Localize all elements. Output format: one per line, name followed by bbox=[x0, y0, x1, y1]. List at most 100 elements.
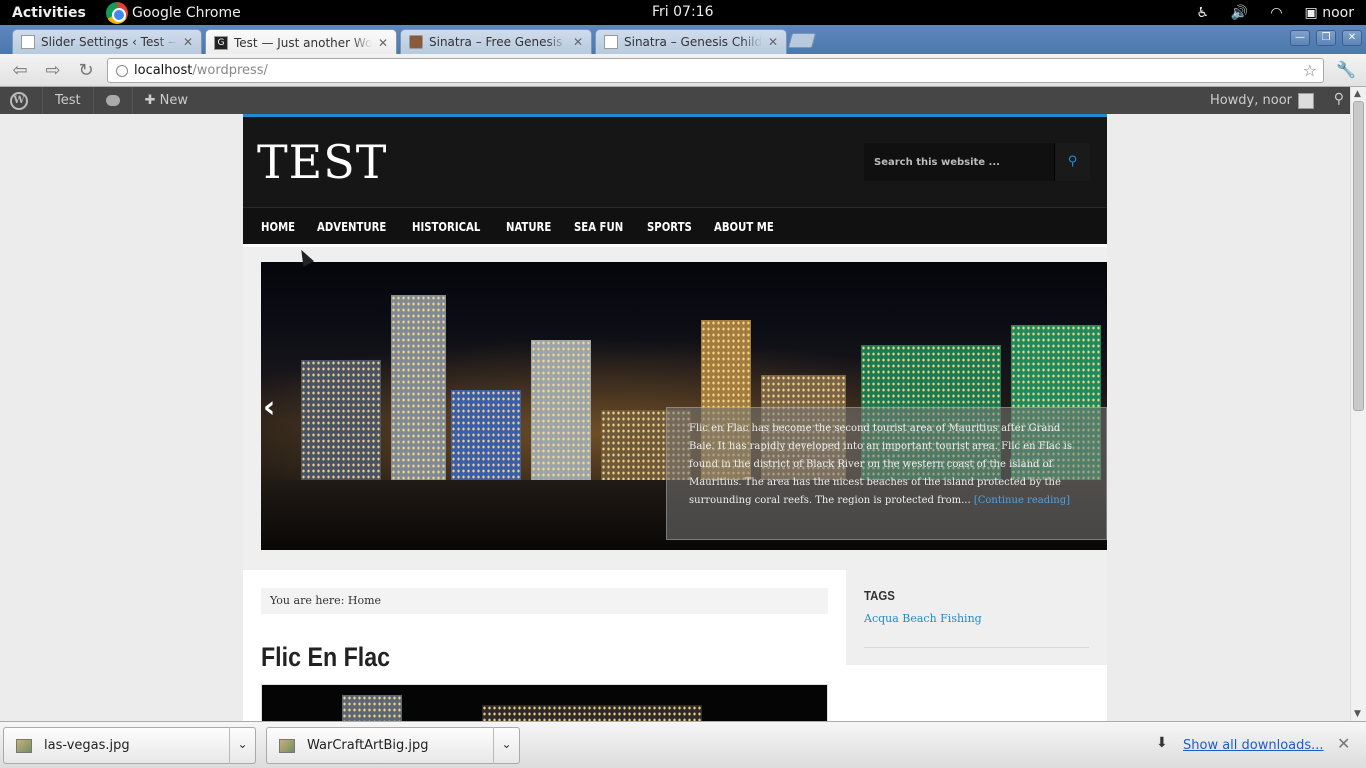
user-icon: ▣ bbox=[1304, 4, 1318, 21]
user-name: noor bbox=[1322, 4, 1354, 21]
tag-link[interactable]: Acqua Beach Fishing bbox=[864, 612, 982, 625]
continue-reading-link[interactable]: [Continue reading] bbox=[974, 495, 1070, 506]
download-item[interactable]: WarCraftArtBig.jpg ⌄ bbox=[266, 727, 520, 764]
address-bar[interactable]: localhost/wordpress/ ☆ bbox=[107, 58, 1324, 83]
page-viewport: W Test ✚ New Howdy, noor ⚲ TEST ⚲ HOME A… bbox=[0, 87, 1350, 721]
slider-prev-icon[interactable]: ‹ bbox=[263, 390, 275, 425]
main-area: You are here: Home Flic En Flac TAGS Acq… bbox=[243, 569, 1107, 721]
nav-historical[interactable]: HISTORICAL bbox=[412, 219, 480, 234]
user-menu[interactable]: ▣ noor bbox=[1305, 5, 1354, 21]
download-arrow-icon: ⬇ bbox=[1156, 735, 1168, 751]
scroll-up-icon[interactable]: ▲ bbox=[1354, 89, 1361, 99]
howdy-label: Howdy, noor bbox=[1209, 93, 1292, 108]
close-icon[interactable]: ✕ bbox=[183, 35, 193, 49]
wrench-menu-icon[interactable]: 🔧 bbox=[1336, 60, 1356, 79]
breadcrumb: You are here: Home bbox=[261, 588, 828, 614]
chrome-icon bbox=[106, 1, 128, 24]
page-icon bbox=[604, 35, 618, 49]
tab-title: Slider Settings ‹ Test — Wo bbox=[41, 35, 177, 49]
wordpress-logo-icon[interactable]: W bbox=[10, 91, 28, 110]
site-container: TEST ⚲ HOME ADVENTURE HISTORICAL NATURE … bbox=[243, 114, 1107, 721]
post-title[interactable]: Flic En Flac bbox=[261, 642, 390, 673]
reload-icon[interactable]: ↻ bbox=[75, 60, 97, 82]
nav-sports[interactable]: SPORTS bbox=[647, 219, 692, 234]
admin-comments-link[interactable] bbox=[92, 87, 132, 114]
plus-icon: ✚ bbox=[144, 93, 156, 108]
admin-new-label: New bbox=[159, 93, 189, 108]
admin-search-icon[interactable]: ⚲ bbox=[1334, 91, 1344, 107]
bookmark-star-icon[interactable]: ☆ bbox=[1303, 61, 1317, 80]
genesis-favicon-icon: G bbox=[214, 35, 228, 50]
featured-slider[interactable]: Flic en Flac has become the second touri… bbox=[261, 262, 1107, 550]
system-top-bar: Activities Google Chrome Fri 07:16 ♿ 🔊 ◠… bbox=[0, 0, 1366, 25]
volume-icon[interactable]: 🔊 bbox=[1231, 5, 1248, 21]
forward-icon[interactable]: ⇨ bbox=[42, 60, 64, 82]
url-host: localhost bbox=[134, 63, 193, 78]
show-all-downloads-link[interactable]: Show all downloads... bbox=[1183, 738, 1324, 753]
minimize-button[interactable]: — bbox=[1290, 30, 1310, 46]
download-item[interactable]: las-vegas.jpg ⌄ bbox=[3, 727, 256, 764]
nav-nature[interactable]: NATURE bbox=[506, 219, 551, 234]
wp-admin-bar: W Test ✚ New Howdy, noor ⚲ bbox=[0, 87, 1350, 114]
widget-title: TAGS bbox=[864, 588, 895, 603]
nav-home[interactable]: HOME bbox=[261, 219, 295, 234]
chevron-down-icon[interactable]: ⌄ bbox=[493, 727, 519, 764]
widget-divider bbox=[864, 647, 1089, 648]
post-featured-image[interactable] bbox=[261, 684, 828, 721]
tab-test-site[interactable]: G Test — Just another WordP ✕ bbox=[205, 29, 397, 55]
scroll-thumb[interactable] bbox=[1353, 101, 1364, 411]
content-column: You are here: Home Flic En Flac bbox=[243, 569, 846, 721]
tab-slider-settings[interactable]: Slider Settings ‹ Test — Wo ✕ bbox=[12, 29, 202, 54]
tab-title: Sinatra – Free Genesis Chil bbox=[429, 35, 567, 49]
download-filename: WarCraftArtBig.jpg bbox=[307, 738, 429, 753]
tab-title: Test — Just another WordP bbox=[234, 35, 372, 50]
slide-excerpt: Flic en Flac has become the second touri… bbox=[689, 423, 1072, 506]
building-image bbox=[342, 695, 402, 721]
close-icon[interactable]: ✕ bbox=[1337, 734, 1350, 753]
avatar bbox=[1298, 92, 1314, 109]
image-file-icon bbox=[16, 738, 32, 753]
slide-caption: Flic en Flac has become the second touri… bbox=[666, 407, 1107, 540]
page-info-icon[interactable] bbox=[116, 64, 128, 77]
search-icon[interactable]: ⚲ bbox=[1054, 143, 1090, 181]
tab-title: Sinatra – Genesis Child The bbox=[624, 35, 762, 49]
tab-strip: Slider Settings ‹ Test — Wo ✕ G Test — J… bbox=[0, 25, 1366, 55]
search-form: ⚲ bbox=[864, 143, 1090, 181]
scroll-down-icon[interactable]: ▼ bbox=[1354, 709, 1361, 719]
clock[interactable]: Fri 07:16 bbox=[652, 4, 713, 20]
tab-sinatra-free[interactable]: Sinatra – Free Genesis Chil ✕ bbox=[400, 29, 592, 54]
new-tab-button[interactable] bbox=[787, 33, 817, 48]
url-path: /wordpress/ bbox=[192, 63, 268, 78]
app-name: Google Chrome bbox=[132, 4, 241, 21]
close-window-button[interactable]: ✕ bbox=[1342, 30, 1362, 46]
download-shelf: las-vegas.jpg ⌄ WarCraftArtBig.jpg ⌄ ⬇ S… bbox=[0, 721, 1366, 768]
sidebar: TAGS Acqua Beach Fishing bbox=[846, 569, 1107, 665]
close-icon[interactable]: ✕ bbox=[768, 35, 778, 49]
wifi-icon[interactable]: ◠ bbox=[1270, 5, 1282, 21]
tab-sinatra-theme[interactable]: Sinatra – Genesis Child The ✕ bbox=[595, 29, 787, 54]
site-title[interactable]: TEST bbox=[257, 135, 387, 189]
system-tray: ♿ 🔊 ◠ ▣ noor bbox=[1196, 0, 1354, 25]
admin-account-menu[interactable]: Howdy, noor bbox=[1210, 87, 1314, 114]
page-icon bbox=[21, 35, 35, 49]
maximize-button[interactable]: ❐ bbox=[1316, 30, 1336, 46]
chevron-down-icon[interactable]: ⌄ bbox=[229, 727, 255, 764]
nav-about-me[interactable]: ABOUT ME bbox=[714, 219, 774, 234]
search-input[interactable] bbox=[864, 143, 1054, 181]
browser-toolbar: ⇦ ⇨ ↻ localhost/wordpress/ ☆ 🔧 bbox=[0, 54, 1366, 87]
close-icon[interactable]: ✕ bbox=[573, 35, 583, 49]
app-menu[interactable]: Google Chrome bbox=[106, 0, 241, 25]
accessibility-icon[interactable]: ♿ bbox=[1196, 5, 1209, 21]
close-icon[interactable]: ✕ bbox=[378, 36, 388, 50]
slider-area: Flic en Flac has become the second touri… bbox=[243, 247, 1107, 569]
back-icon[interactable]: ⇦ bbox=[9, 60, 31, 82]
nav-sea-fun[interactable]: SEA FUN bbox=[574, 219, 623, 234]
admin-site-link[interactable]: Test bbox=[42, 87, 93, 114]
admin-new-link[interactable]: ✚ New bbox=[131, 87, 200, 114]
activities-button[interactable]: Activities bbox=[0, 5, 86, 21]
site-header: TEST ⚲ bbox=[243, 117, 1107, 207]
download-filename: las-vegas.jpg bbox=[44, 738, 130, 753]
page-scrollbar[interactable]: ▲ ▼ bbox=[1350, 87, 1366, 721]
nav-adventure[interactable]: ADVENTURE bbox=[317, 219, 386, 234]
main-nav: HOME ADVENTURE HISTORICAL NATURE SEA FUN… bbox=[243, 207, 1107, 244]
